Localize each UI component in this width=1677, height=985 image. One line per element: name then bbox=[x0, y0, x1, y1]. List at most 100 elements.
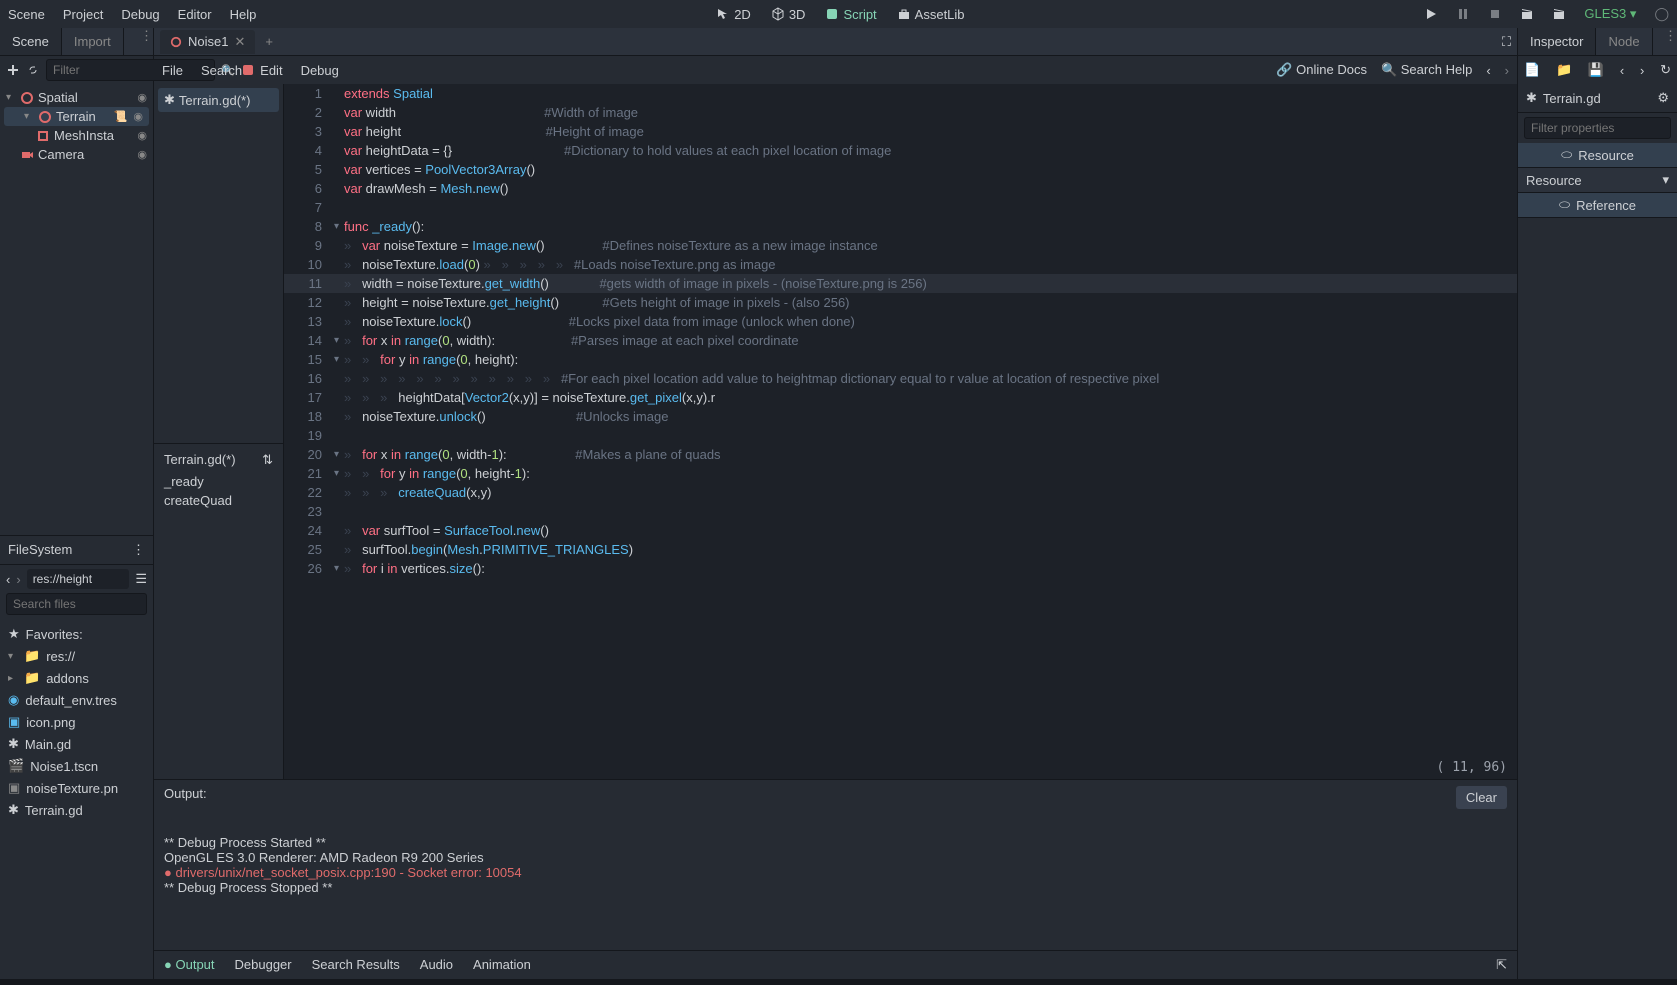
fs-file-default-env[interactable]: ◉default_env.tres bbox=[0, 689, 153, 711]
filesystem-path[interactable]: res://height bbox=[27, 569, 130, 589]
sort-methods-icon[interactable]: ⇅ bbox=[262, 452, 273, 468]
code-line-15[interactable]: 15▾» » for y in range(0, height): bbox=[284, 350, 1517, 369]
close-tab-icon[interactable]: ✕ bbox=[234, 34, 245, 50]
tab-scene[interactable]: Scene bbox=[0, 28, 62, 55]
method-createquad[interactable]: createQuad bbox=[158, 491, 279, 510]
code-line-18[interactable]: 18 » noiseTexture.unlock() #Unlocks imag… bbox=[284, 407, 1517, 426]
viewport-assetlib-button[interactable]: AssetLib bbox=[897, 7, 965, 22]
code-line-13[interactable]: 13 » noiseTexture.lock() #Locks pixel da… bbox=[284, 312, 1517, 331]
bottom-tab-debugger[interactable]: Debugger bbox=[235, 957, 292, 973]
panel-options-icon[interactable]: ⋮ bbox=[1664, 28, 1677, 55]
open-script-item[interactable]: ✱ Terrain.gd(*) bbox=[158, 88, 279, 112]
online-docs-link[interactable]: 🔗 Online Docs bbox=[1276, 62, 1367, 78]
collapse-icon[interactable]: ▾ bbox=[6, 92, 16, 103]
code-line-12[interactable]: 12 » height = noiseTexture.get_height() … bbox=[284, 293, 1517, 312]
collapse-icon[interactable]: ▾ bbox=[8, 651, 18, 662]
menu-debug[interactable]: Debug bbox=[121, 7, 159, 22]
nav-back-button[interactable]: ‹ bbox=[6, 572, 10, 587]
script-open-icon[interactable]: 📜 bbox=[114, 110, 128, 123]
nav-back-icon[interactable]: ‹ bbox=[1486, 63, 1490, 78]
viewport-script-button[interactable]: Script bbox=[825, 7, 876, 22]
code-line-14[interactable]: 14▾» for x in range(0, width): #Parses i… bbox=[284, 331, 1517, 350]
fs-file-icon[interactable]: ▣icon.png bbox=[0, 711, 153, 733]
code-line-21[interactable]: 21▾» » for y in range(0, height-1): bbox=[284, 464, 1517, 483]
save-resource-icon[interactable]: 💾 bbox=[1588, 62, 1604, 78]
visibility-icon[interactable]: ◉ bbox=[137, 91, 147, 104]
filesystem-search-input[interactable] bbox=[6, 593, 147, 615]
scene-tab-noise1[interactable]: Noise1 ✕ bbox=[160, 30, 255, 54]
code-line-16[interactable]: 16 » » » » » » » » » » » » #For each pix… bbox=[284, 369, 1517, 388]
code-line-25[interactable]: 25 » surfTool.begin(Mesh.PRIMITIVE_TRIAN… bbox=[284, 540, 1517, 559]
bottom-tab-animation[interactable]: Animation bbox=[473, 957, 531, 973]
visibility-icon[interactable]: ◉ bbox=[133, 110, 143, 123]
code-line-7[interactable]: 7 bbox=[284, 198, 1517, 217]
tree-node-spatial[interactable]: ▾ Spatial ◉ bbox=[0, 88, 153, 107]
tree-node-meshinstance[interactable]: MeshInsta ◉ bbox=[0, 126, 153, 145]
tab-node[interactable]: Node bbox=[1596, 28, 1652, 55]
distraction-free-icon[interactable]: ◯ bbox=[1654, 6, 1669, 22]
load-resource-icon[interactable]: 📁 bbox=[1556, 62, 1572, 78]
panel-options-icon[interactable]: ⋮ bbox=[132, 542, 145, 558]
code-line-10[interactable]: 10 » noiseTexture.load(0) » » » » » #Loa… bbox=[284, 255, 1517, 274]
visibility-icon[interactable]: ◉ bbox=[137, 148, 147, 161]
new-resource-icon[interactable]: 📄 bbox=[1524, 62, 1540, 78]
split-mode-icon[interactable]: ☰ bbox=[135, 571, 147, 587]
add-tab-button[interactable]: + bbox=[265, 34, 273, 49]
code-line-9[interactable]: 9 » var noiseTexture = Image.new() #Defi… bbox=[284, 236, 1517, 255]
code-line-19[interactable]: 19 bbox=[284, 426, 1517, 445]
expand-editor-icon[interactable]: ⛶ bbox=[1502, 34, 1511, 50]
favorites-section[interactable]: ★Favorites: bbox=[0, 623, 153, 645]
code-line-22[interactable]: 22 » » » createQuad(x,y) bbox=[284, 483, 1517, 502]
play-button[interactable] bbox=[1424, 7, 1438, 21]
menu-project[interactable]: Project bbox=[63, 7, 103, 22]
inspector-filter-input[interactable] bbox=[1524, 117, 1671, 139]
play-custom-scene-button[interactable] bbox=[1552, 7, 1566, 21]
code-line-24[interactable]: 24 » var surfTool = SurfaceTool.new() bbox=[284, 521, 1517, 540]
method-ready[interactable]: _ready bbox=[158, 472, 279, 491]
code-line-11[interactable]: 11 » width = noiseTexture.get_width() #g… bbox=[284, 274, 1517, 293]
viewport-2d-button[interactable]: 2D bbox=[716, 7, 751, 22]
clear-output-button[interactable]: Clear bbox=[1456, 786, 1507, 809]
code-line-2[interactable]: 2 var width #Width of image bbox=[284, 103, 1517, 122]
expand-bottom-panel-icon[interactable]: ⇱ bbox=[1496, 957, 1507, 973]
script-menu-edit[interactable]: Edit bbox=[260, 63, 282, 78]
history-forward-icon[interactable]: › bbox=[1640, 63, 1644, 78]
history-icon[interactable]: ↻ bbox=[1660, 62, 1671, 78]
collapse-icon[interactable]: ▾ bbox=[24, 111, 34, 122]
fs-root[interactable]: ▾📁res:// bbox=[0, 645, 153, 667]
tab-inspector[interactable]: Inspector bbox=[1518, 28, 1596, 55]
fs-file-noise-texture[interactable]: ▣noiseTexture.pn bbox=[0, 777, 153, 799]
fs-file-main[interactable]: ✱Main.gd bbox=[0, 733, 153, 755]
code-line-4[interactable]: 4 var heightData = {} #Dictionary to hol… bbox=[284, 141, 1517, 160]
code-line-17[interactable]: 17 » » » heightData[Vector2(x,y)] = nois… bbox=[284, 388, 1517, 407]
search-help-button[interactable]: 🔍 Search Help bbox=[1381, 62, 1472, 78]
play-scene-button[interactable] bbox=[1520, 7, 1534, 21]
menu-help[interactable]: Help bbox=[230, 7, 257, 22]
inspector-options-icon[interactable]: ⚙ bbox=[1657, 90, 1669, 106]
panel-options-icon[interactable]: ⋮ bbox=[140, 28, 153, 55]
menu-editor[interactable]: Editor bbox=[178, 7, 212, 22]
code-line-8[interactable]: 8▾func _ready(): bbox=[284, 217, 1517, 236]
add-node-button[interactable] bbox=[6, 63, 20, 77]
tab-import[interactable]: Import bbox=[62, 28, 124, 55]
pause-button[interactable] bbox=[1456, 7, 1470, 21]
inspector-section-resource[interactable]: ⬭Resource bbox=[1518, 143, 1677, 168]
code-line-6[interactable]: 6 var drawMesh = Mesh.new() bbox=[284, 179, 1517, 198]
code-line-20[interactable]: 20▾» for x in range(0, width-1): #Makes … bbox=[284, 445, 1517, 464]
renderer-dropdown[interactable]: GLES3 ▾ bbox=[1584, 6, 1636, 22]
visibility-icon[interactable]: ◉ bbox=[137, 129, 147, 142]
bottom-tab-search-results[interactable]: Search Results bbox=[312, 957, 400, 973]
output-content[interactable]: ** Debug Process Started ** OpenGL ES 3.… bbox=[154, 815, 1517, 950]
fs-file-terrain[interactable]: ✱Terrain.gd bbox=[0, 799, 153, 821]
menu-scene[interactable]: Scene bbox=[8, 7, 45, 22]
code-line-23[interactable]: 23 bbox=[284, 502, 1517, 521]
stop-button[interactable] bbox=[1488, 7, 1502, 21]
script-menu-file[interactable]: File bbox=[162, 63, 183, 78]
code-line-26[interactable]: 26▾» for i in vertices.size(): bbox=[284, 559, 1517, 578]
nav-forward-button[interactable]: › bbox=[16, 572, 20, 587]
code-line-3[interactable]: 3 var height #Height of image bbox=[284, 122, 1517, 141]
viewport-3d-button[interactable]: 3D bbox=[771, 7, 806, 22]
bottom-tab-audio[interactable]: Audio bbox=[420, 957, 453, 973]
tree-node-terrain[interactable]: ▾ Terrain 📜 ◉ bbox=[4, 107, 149, 126]
code-line-5[interactable]: 5 var vertices = PoolVector3Array() bbox=[284, 160, 1517, 179]
